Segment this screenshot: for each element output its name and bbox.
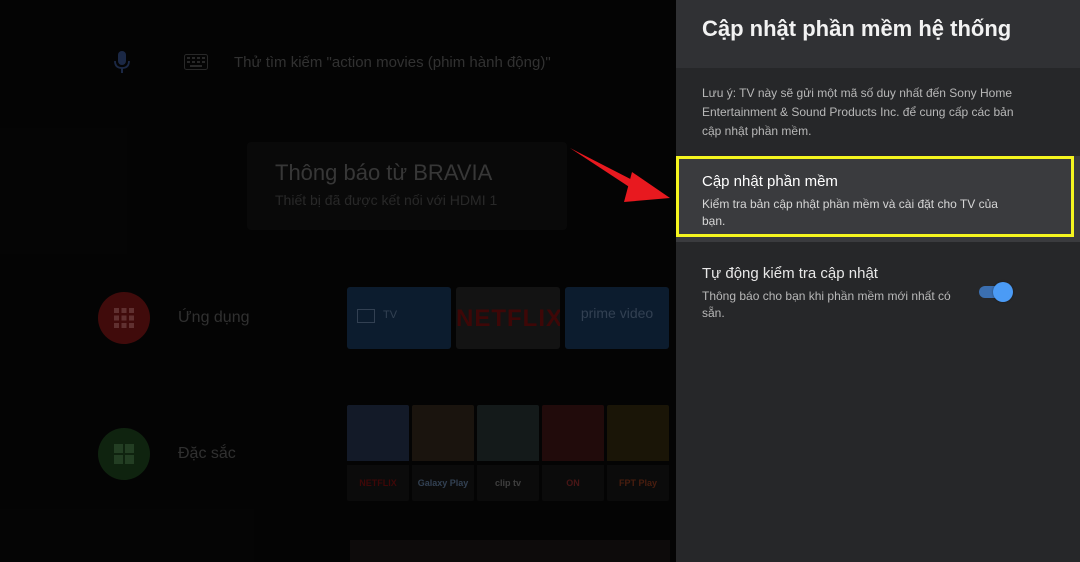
apps-grid-icon[interactable] xyxy=(98,292,150,344)
settings-panel: Cập nhật phần mềm hệ thống Lưu ý: TV này… xyxy=(676,0,1080,562)
panel-title: Cập nhật phần mềm hệ thống xyxy=(702,16,1012,41)
featured-tile-label: FPT Play xyxy=(607,465,669,501)
search-bar[interactable]: Thử tìm kiếm "action movies (phim hành đ… xyxy=(100,44,551,80)
notification-subtitle: Thiết bị đã được kết nối với HDMI 1 xyxy=(275,192,498,208)
search-hint: Thử tìm kiếm "action movies (phim hành đ… xyxy=(234,53,551,71)
featured-tile-5[interactable]: FPT Play xyxy=(607,405,669,501)
featured-tile-2[interactable]: Galaxy Play xyxy=(412,405,474,501)
featured-tile-label: clip tv xyxy=(477,465,539,501)
tv-home-screen: Thử tìm kiếm "action movies (phim hành đ… xyxy=(0,0,676,562)
auto-check-toggle[interactable] xyxy=(977,282,1013,302)
app-tile-prime-video[interactable]: prime video xyxy=(565,287,669,349)
software-update-title: Cập nhật phần mềm xyxy=(702,173,838,190)
next-row-partial xyxy=(350,540,670,562)
privacy-note: Lưu ý: TV này sẽ gửi một mã số duy nhất … xyxy=(702,86,1014,138)
featured-tile-1[interactable]: NETFLIX xyxy=(347,405,409,501)
featured-tile-4[interactable]: ON xyxy=(542,405,604,501)
red-arrow-annotation xyxy=(570,148,670,202)
microphone-icon[interactable] xyxy=(100,44,144,80)
featured-tile-3[interactable]: clip tv xyxy=(477,405,539,501)
row-label-featured: Đặc sắc xyxy=(178,445,236,462)
auto-check-title: Tự động kiểm tra cập nhật xyxy=(702,265,878,282)
notification-title: Thông báo từ BRAVIA xyxy=(275,160,493,185)
panel-header: Cập nhật phần mềm hệ thống xyxy=(676,0,1080,68)
bravia-notification-card[interactable]: Thông báo từ BRAVIA Thiết bị đã được kết… xyxy=(247,142,567,230)
prime-video-logo: prime video xyxy=(580,305,654,321)
auto-check-description: Thông báo cho bạn khi phần mềm mới nhất … xyxy=(702,289,951,320)
keyboard-icon[interactable] xyxy=(174,44,218,80)
app-tile-label: TV xyxy=(383,309,398,321)
featured-tile-label: ON xyxy=(542,465,604,501)
tv-icon xyxy=(357,309,375,323)
row-label-apps: Ứng dụng xyxy=(178,309,250,326)
featured-grid-icon[interactable] xyxy=(98,428,150,480)
featured-tile-label: Galaxy Play xyxy=(412,465,474,501)
app-tile-tv[interactable]: TV xyxy=(347,287,451,349)
software-update-description: Kiểm tra bản cập nhật phần mềm và cài đặ… xyxy=(702,197,998,228)
netflix-logo: NETFLIX xyxy=(456,305,560,332)
featured-tile-label: NETFLIX xyxy=(347,465,409,501)
toggle-knob xyxy=(993,282,1013,302)
app-tile-netflix[interactable]: NETFLIX xyxy=(456,287,560,349)
